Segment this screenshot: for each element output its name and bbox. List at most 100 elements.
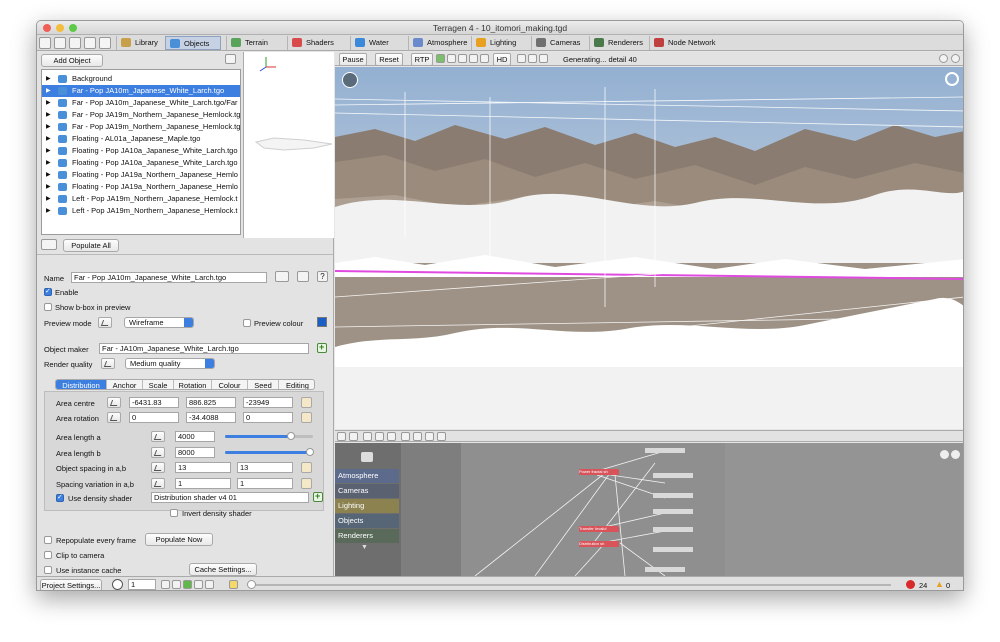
area-rotation-x[interactable]: 0 [129,412,179,423]
object-list-item[interactable]: ▶ Background [42,73,240,85]
area-length-b-options-icon[interactable] [151,447,165,458]
subtab-anchor[interactable]: Anchor [107,380,143,389]
subtab-colour[interactable]: Colour [212,380,248,389]
area-centre-copy-icon[interactable] [301,397,312,408]
tab-objects[interactable]: Objects [165,36,221,50]
area-centre-z[interactable]: -23949 [243,397,293,408]
node-select-icon[interactable] [401,432,410,441]
play-icon[interactable] [183,580,192,589]
preview-colour-swatch[interactable] [317,317,327,327]
reset-button[interactable]: Reset [375,53,403,66]
node-add-icon[interactable] [349,432,358,441]
expand-arrow-icon[interactable]: ▶ [46,109,51,121]
object-list-item[interactable]: ▶ Far - Pop JA19m_Northern_Japanese_Hemlo… [42,121,240,133]
spacing-variation-b[interactable]: 1 [237,478,293,489]
tab-node-network[interactable]: Node Network [649,36,716,50]
object-list-item[interactable]: ▶ Left - Pop JA19m_Northern_Japanese_Heml… [42,193,240,205]
repopulate-checkbox[interactable] [44,536,52,544]
area-rotation-copy-icon[interactable] [301,412,312,423]
rtp-button[interactable]: RTP [411,53,433,66]
expand-arrow-icon[interactable]: ▶ [46,73,51,85]
error-icon[interactable] [906,580,915,589]
node-filter-icon[interactable] [363,432,372,441]
node-close-icon[interactable] [951,450,960,459]
object-spacing-copy-icon[interactable] [301,462,312,473]
navigation-sphere-icon[interactable] [945,72,959,86]
save-project-icon[interactable] [69,37,81,49]
node-grid-icon[interactable] [437,432,446,441]
node-zoom-in-icon[interactable] [940,450,949,459]
object-spacing-a[interactable]: 13 [175,462,231,473]
expand-arrow-icon[interactable]: ▶ [46,193,51,205]
area-rotation-z[interactable]: 0 [243,412,293,423]
expand-arrow-icon[interactable]: ▶ [46,181,51,193]
use-density-shader-checkbox[interactable] [56,493,64,502]
area-rotation-y[interactable]: -34.4088 [186,412,236,423]
first-frame-icon[interactable] [161,580,170,589]
tab-terrain[interactable]: Terrain [226,36,283,50]
lighting-preview-icon[interactable] [469,54,478,63]
object-list-item[interactable]: ▶ Floating - Pop JA10a_Japanese_White_Lar… [42,157,240,169]
clock-icon[interactable] [112,579,123,590]
prev-frame-icon[interactable] [172,580,181,589]
name-field[interactable]: Far - Pop JA10m_Japanese_White_Larch.tgo [71,272,267,283]
name-options-icon[interactable] [275,271,289,282]
object-list-item[interactable]: ▶ Floating - Pop JA19a_Northern_Japanese_… [42,169,240,181]
preview-colour-checkbox[interactable] [243,319,251,327]
open-project-icon[interactable] [54,37,66,49]
add-object-maker-icon[interactable] [317,342,327,353]
pause-button[interactable]: Pause [339,53,367,66]
eye-icon[interactable] [413,432,422,441]
subtab-rotation[interactable]: Rotation [174,380,212,389]
expand-arrow-icon[interactable]: ▶ [46,169,51,181]
viewport-close-icon[interactable] [951,54,960,63]
node-layout-icon[interactable] [387,432,396,441]
object-list-item[interactable]: ▶ Far - Pop JA19m_Northern_Japanese_Hemlo… [42,109,240,121]
area-length-a-slider-knob[interactable] [287,432,295,440]
tab-water[interactable]: Water [350,36,405,50]
instance-cache-checkbox[interactable] [44,566,52,574]
object-list-item[interactable]: ▶ Far - Pop JA10m_Japanese_White_Larch.tg… [42,85,240,97]
spacing-variation-copy-icon[interactable] [301,478,312,489]
area-length-b-field[interactable]: 8000 [175,447,215,458]
gear-icon[interactable] [480,54,489,63]
area-length-a-options-icon[interactable] [151,431,165,442]
area-length-a-field[interactable]: 4000 [175,431,215,442]
subtab-seed[interactable]: Seed [248,380,279,389]
populate-all-button[interactable]: Populate All [63,239,119,252]
subtab-editing[interactable]: Editing [279,380,314,389]
object-list-item[interactable]: ▶ Floating - Pop JA10a_Japanese_White_Lar… [42,145,240,157]
help-icon[interactable]: ? [317,271,328,282]
new-project-icon[interactable] [39,37,51,49]
cache-settings-button[interactable]: Cache Settings... [189,563,257,576]
node-view-icon[interactable] [337,432,346,441]
area-length-a-slider[interactable] [225,432,313,440]
object-maker-field[interactable]: Far - JA10m_Japanese_White_Larch.tgo [99,343,309,354]
object-list-item[interactable]: ▶ Floating - Pop JA19a_Northern_Japanese_… [42,181,240,193]
timeline-knob[interactable] [247,580,256,589]
redo-icon[interactable] [99,37,111,49]
object-list-item[interactable]: ▶ Floating - AL01a_Japanese_Maple.tgo [42,133,240,145]
warning-icon[interactable]: ▲ [935,579,944,589]
viewport-add-icon[interactable] [939,54,948,63]
close-window-button[interactable] [43,24,51,32]
node-colour-icon[interactable] [297,271,309,282]
tab-cameras[interactable]: Cameras [531,36,588,50]
expand-icon[interactable] [425,432,434,441]
subtab-distribution[interactable]: Distribution [56,380,107,389]
minimize-window-button[interactable] [56,24,64,32]
clip-to-camera-checkbox[interactable] [44,551,52,559]
object-list-item[interactable]: ▶ Far - Pop JA10m_Japanese_White_Larch.tg… [42,97,240,109]
expand-arrow-icon[interactable]: ▶ [46,157,51,169]
compass-icon[interactable] [342,72,358,88]
area-rotation-options-icon[interactable] [107,412,121,423]
area-centre-options-icon[interactable] [107,397,121,408]
spacing-variation-a[interactable]: 1 [175,478,231,489]
shader-preview-icon[interactable] [539,54,548,63]
node-distribution-shader[interactable]: Distribution sh [579,541,619,547]
render-sphere-icon[interactable] [436,54,445,63]
tab-lighting[interactable]: Lighting [471,36,528,50]
render-quality-options-icon[interactable] [101,358,115,369]
expand-arrow-icon[interactable]: ▶ [46,97,51,109]
keyframe-icon[interactable] [229,580,238,589]
